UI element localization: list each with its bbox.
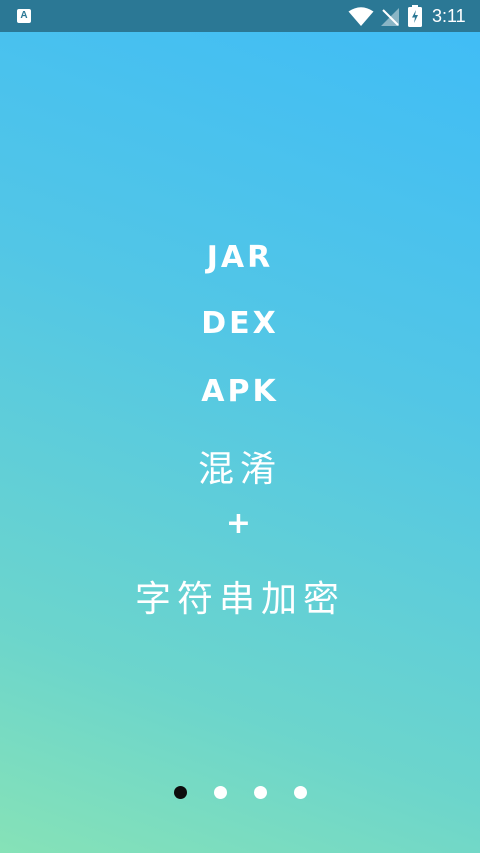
app-notification-icon: A: [17, 9, 31, 23]
slide-line-plus: +: [225, 506, 255, 541]
slide-line-obfuscation: 混淆: [197, 449, 282, 490]
status-time: 3:11: [432, 6, 466, 26]
wifi-icon: [348, 7, 374, 26]
page-indicator: [0, 786, 480, 800]
status-bar: A 3:11: [0, 0, 480, 32]
page-dot-4[interactable]: [294, 786, 307, 799]
slide-line-dex: DEX: [201, 306, 279, 341]
page-dot-1[interactable]: [174, 786, 187, 799]
slide-line-jar: JAR: [206, 240, 274, 275]
page-dot-3[interactable]: [254, 786, 267, 799]
slide-line-string-encryption: 字符串加密: [134, 579, 345, 620]
page-dot-2[interactable]: [214, 786, 227, 799]
slide-line-apk: APK: [201, 374, 279, 409]
battery-charging-icon: [408, 5, 422, 27]
no-signal-icon: [381, 8, 399, 26]
splash-screen[interactable]: A 3:11 JAR DEX APK 混淆 + 字符串加密: [0, 0, 480, 853]
